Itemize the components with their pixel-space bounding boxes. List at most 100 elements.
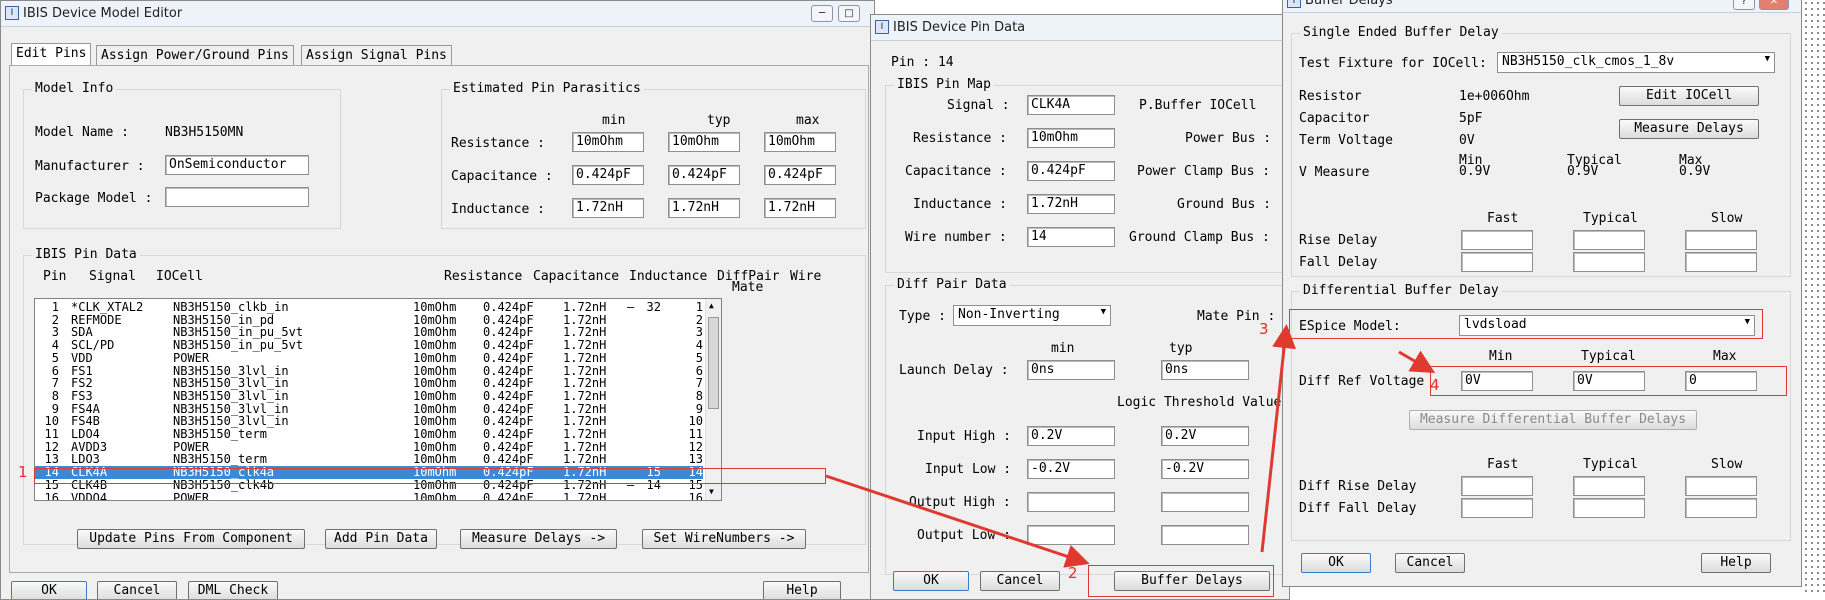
title-bar[interactable]: I Buffer Delays ? ✕ [1283,0,1801,13]
wire-number-field[interactable]: 14 [1027,227,1115,247]
table-row[interactable]: 2 REFMODE NB3H5150_in_pd 10mOhm 0.424pF 1.72n… [35,313,703,327]
rise-typ-field[interactable] [1573,230,1645,250]
col-slow: Slow [1711,211,1743,226]
output-high-min-field[interactable] [1027,492,1115,512]
table-row[interactable]: 6 FS1 NB3H5150_3lvl_in 10mOhm 0.424pF 1.72nH 6 [35,364,703,378]
cell-wire: 7 [695,376,703,391]
test-fixture-select[interactable]: NB3H5150_clk_cmos_1_8v ▼ [1497,52,1775,73]
dml-check-button[interactable]: DML Check [188,581,278,599]
input-high-typ-field[interactable]: 0.2V [1161,426,1249,446]
table-row[interactable]: 8 FS3 NB3H5150_3lvl_in 10mOhm 0.424pF 1.72nH 8 [35,389,703,403]
minimize-icon[interactable]: ─ [811,5,833,22]
table-row[interactable]: 9 FS4A NB3H5150_3lvl_in 10mOhm 0.424pF 1.72nH… [35,401,703,416]
title-bar[interactable]: I IBIS Device Model Editor ─ □ [1,1,874,27]
ok-button[interactable]: OK [11,581,87,599]
title-bar[interactable]: I IBIS Device Pin Data [871,15,1289,41]
signal-field[interactable]: CLK4A [1027,95,1115,115]
capacitance-min-field[interactable]: 0.424pF [572,165,644,185]
resistance-typ-field[interactable]: 10mOhm [668,132,740,152]
table-row[interactable]: 7 FS2 NB3H5150_3lvl_in 10mOhm 0.424pF 1.72nH 7 [35,377,703,390]
input-low-typ-field[interactable]: -0.2V [1161,459,1249,479]
output-low-min-field[interactable] [1027,525,1115,545]
fall-slow-field[interactable] [1685,252,1757,272]
update-pins-button[interactable]: Update Pins From Component [77,529,305,549]
table-row[interactable]: 12 AVDD3 POWER 10mOhm 0.424pF 1.72nH 12 [35,440,703,454]
edit-iocell-button[interactable]: Edit IOCell [1619,86,1759,106]
launch-delay-typ-field[interactable]: 0ns [1161,360,1249,380]
tab-assign-signal[interactable]: Assign Signal Pins [301,45,452,66]
cancel-button[interactable]: Cancel [97,581,177,599]
cell-wire: 5 [695,350,703,365]
fall-typ-field[interactable] [1573,252,1645,272]
measure-delays-button[interactable]: Measure Delays -> [460,529,617,549]
table-row[interactable]: 13 LDO3 NB3H5150_term 10mOhm 0.424pF 1.72nH 13 [35,453,703,466]
scroll-down-icon[interactable]: ▼ [709,487,714,496]
measure-differential-delays-button[interactable]: Measure Differential Buffer Delays [1409,410,1697,430]
tab-assign-power-ground[interactable]: Assign Power/Ground Pins [96,45,294,66]
tab-edit-pins[interactable]: Edit Pins [11,43,92,66]
diff-rise-fast-field[interactable] [1461,476,1533,496]
help-button[interactable]: Help [1701,553,1771,573]
cell-pin: 7 [51,376,59,391]
capacitance-typ-field[interactable]: 0.424pF [668,165,740,185]
help-icon[interactable]: ? [1733,0,1755,10]
ok-button[interactable]: OK [893,571,969,591]
ok-button[interactable]: OK [1301,553,1371,573]
fall-fast-field[interactable] [1461,252,1533,272]
col-fast: Fast [1487,211,1519,226]
resistance-field[interactable]: 10mOhm [1027,128,1115,148]
rise-fast-field[interactable] [1461,230,1533,250]
help-button[interactable]: Help [763,581,841,599]
cell-ind: 1.72nH [563,427,607,441]
table-row[interactable]: 11 LDO4 NB3H5150_term 10mOhm 0.424pF 1.72nH 11 [35,428,703,441]
cell-res: 10mOhm [413,401,457,416]
set-wirenumbers-button[interactable]: Set WireNumbers -> [642,529,806,549]
cell-res: 10mOhm [413,350,457,365]
table-row[interactable]: 4 SCL/PD NB3H5150_in_pu_5vt 10mOhm 0.424pF 1.… [35,339,703,352]
type-select[interactable]: Non-Inverting ▼ [953,305,1111,326]
table-row[interactable]: 10 FS4B NB3H5150_3lvl_in 10mOhm 0.424pF 1.72n… [35,415,703,428]
cell-iocell: POWER [173,350,210,365]
ground-clamp-bus-label: Ground Clamp Bus : [1129,230,1270,245]
cell-res: 10mOhm [413,376,457,391]
table-row[interactable]: 3 SDA NB3H5150_in_pu_5vt 10mOhm 0.424pF 1.72n… [35,326,703,339]
inductance-field[interactable]: 1.72nH [1027,194,1115,214]
pin-data-title: IBIS Pin Data [32,247,140,262]
inductance-max-field[interactable]: 1.72nH [764,198,836,218]
launch-delay-min-field[interactable]: 0ns [1027,360,1115,380]
scroll-thumb[interactable] [708,317,719,409]
header-wire: Wire [790,269,822,284]
table-row[interactable]: 5 VDD POWER 10mOhm 0.424pF 1.72nH 5 [35,350,703,365]
diff-fall-fast-field[interactable] [1461,498,1533,518]
diff-rise-typ-field[interactable] [1573,476,1645,496]
inductance-typ-field[interactable]: 1.72nH [668,198,740,218]
capacitance-field[interactable]: 0.424pF [1027,161,1115,181]
table-row[interactable]: 1 *CLK_XTAL2 NB3H5150_clkb_in 10mOhm 0.424pF… [35,301,703,314]
resistance-min-field[interactable]: 10mOhm [572,132,644,152]
close-icon[interactable]: ✕ [1759,0,1789,10]
output-low-typ-field[interactable] [1161,525,1249,545]
package-model-field[interactable] [165,187,309,207]
cell-pin: 4 [51,338,59,353]
output-high-typ-field[interactable] [1161,492,1249,512]
inductance-min-field[interactable]: 1.72nH [572,198,644,218]
single-ended-title: Single Ended Buffer Delay [1300,25,1502,40]
scroll-up-icon[interactable]: ▲ [709,301,714,310]
rise-slow-field[interactable] [1685,230,1757,250]
resistance-max-field[interactable]: 10mOhm [764,132,836,152]
measure-delays-button[interactable]: Measure Delays [1619,119,1759,139]
input-low-min-field[interactable]: -0.2V [1027,459,1115,479]
cancel-button[interactable]: Cancel [1395,553,1465,573]
diff-fall-typ-field[interactable] [1573,498,1645,518]
table-row[interactable]: 16 VDDO4 POWER 10mOhm 0.424pF 1.72nH 16 [35,491,703,500]
maximize-icon[interactable]: □ [838,5,860,22]
manufacturer-field[interactable]: OnSemiconductor [165,155,309,175]
add-pin-data-button[interactable]: Add Pin Data [325,529,437,549]
capacitance-max-field[interactable]: 0.424pF [764,165,836,185]
diff-rise-slow-field[interactable] [1685,476,1757,496]
diff-fall-slow-field[interactable] [1685,498,1757,518]
cancel-button[interactable]: Cancel [980,571,1060,591]
diff-col-typical: Typical [1583,457,1638,472]
input-high-min-field[interactable]: 0.2V [1027,426,1115,446]
cell-mate: 32 [646,300,661,314]
